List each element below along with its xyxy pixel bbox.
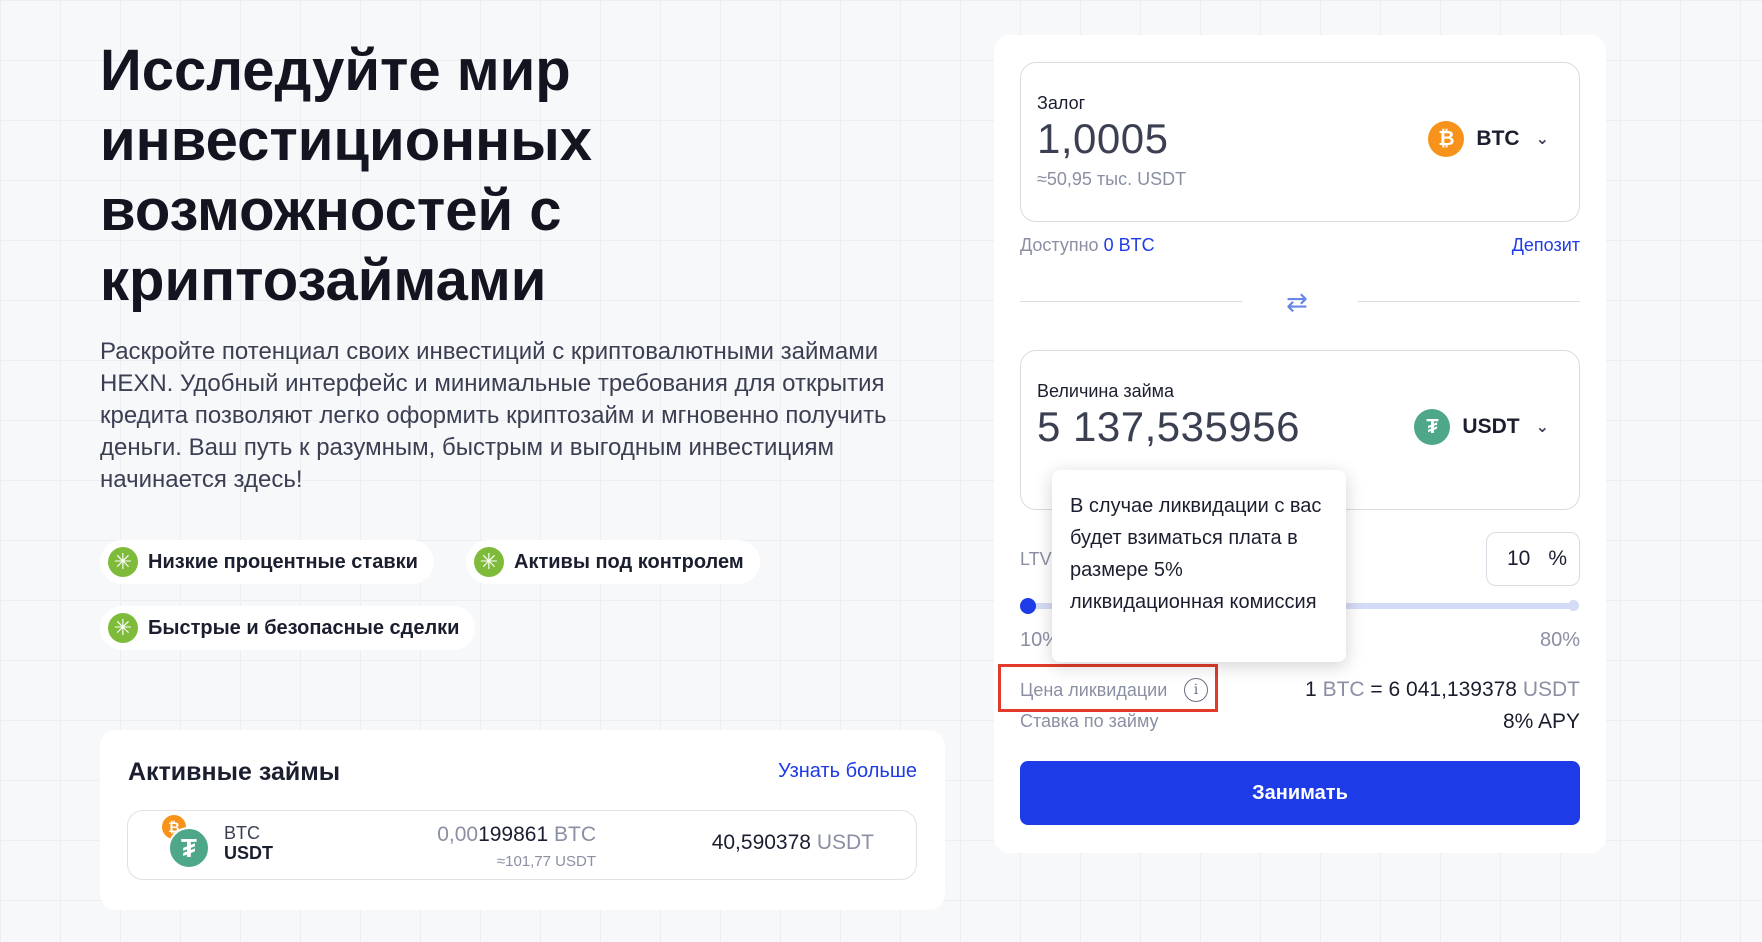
collateral-asset-select[interactable]: ₿ BTC ⌄ [1428,121,1549,157]
active-loans-title: Активные займы [128,758,341,786]
ltv-slider-end [1568,600,1579,611]
liquidation-tooltip: В случае ликвидации с вас будет взиматьс… [1052,470,1346,662]
loan-pair: BTC USDT [224,823,273,863]
feature-chip-assets-control: ✳ Активы под контролем [466,540,760,584]
active-loans-card: Активные займы Узнать больше ₿ ₮ BTC USD… [100,730,945,910]
divider-left [1020,301,1242,302]
pair-quote: USDT [224,843,273,863]
check-icon: ✳ [108,613,138,643]
ltv-slider-handle[interactable] [1020,598,1036,614]
page-title: Исследуйте мир инвестиционных возможност… [100,38,592,313]
chevron-down-icon: ⌄ [1535,131,1549,148]
collateral-asset-label: BTC [1476,127,1520,150]
feature-label: Активы под контролем [514,550,744,573]
pair-base: BTC [224,823,260,843]
ltv-unit: % [1548,547,1567,570]
liquidation-price-label: Цена ликвидации [1020,680,1168,700]
available-balance: Доступно 0 BTC [1020,235,1155,255]
pair-icons: ₿ ₮ [162,815,212,869]
feature-label: Быстрые и безопасные сделки [148,616,460,639]
collateral-amount: 0,00199861 BTC [437,823,596,846]
chevron-down-icon: ⌄ [1535,419,1549,436]
check-icon: ✳ [474,547,504,577]
feature-chip-low-rates: ✳ Низкие процентные ставки [100,540,434,584]
learn-more-link[interactable]: Узнать больше [778,760,917,783]
loan-amount-input[interactable]: 5 137,535956 [1037,403,1300,451]
collateral-usdt: ≈101,77 USDT [496,853,596,870]
divider-right [1358,301,1580,302]
info-icon[interactable]: i [1184,678,1208,702]
tether-icon: ₮ [1414,409,1451,445]
ltv-input[interactable]: 10 % [1486,532,1580,586]
tether-icon: ₮ [168,827,210,869]
swap-icon[interactable]: ⇄ [1286,287,1308,318]
feature-chip-fast-deals: ✳ Быстрые и безопасные сделки [100,606,476,650]
borrow-button[interactable]: Занимать [1020,761,1580,825]
ltv-label: LTV [1020,549,1052,569]
ltv-max-label: 80% [1539,629,1580,651]
loan-asset-select[interactable]: ₮ USDT ⌄ [1414,409,1549,445]
collateral-input[interactable]: 1,0005 [1037,115,1168,163]
check-icon: ✳ [108,547,138,577]
loan-rate-value: 8% APY [1502,710,1580,733]
ltv-value: 10 [1507,547,1531,570]
deposit-link[interactable]: Депозит [1512,235,1580,256]
loan-row[interactable]: ₿ ₮ BTC USDT 0,00199861 BTC ≈101,77 USDT… [127,810,917,880]
collateral-field[interactable]: Залог 1,0005 ≈50,95 тыс. USDT ₿ BTC ⌄ [1020,62,1580,222]
feature-label: Низкие процентные ставки [148,550,418,573]
liquidation-price-value: 1 BTC = 6 041,139378 USDT [1305,678,1580,701]
loan-asset-label: USDT [1462,415,1520,438]
page-description: Раскройте потенциал своих инвестиций с к… [100,338,887,493]
loan-form-panel: Залог 1,0005 ≈50,95 тыс. USDT ₿ BTC ⌄ До… [994,35,1606,853]
loan-amount-label: Величина займа [1037,381,1175,401]
collateral-approx: ≈50,95 тыс. USDT [1037,169,1187,189]
loan-amount: 40,590378 USDT [711,831,874,854]
bitcoin-icon: ₿ [1428,121,1465,157]
loan-rate-label: Ставка по займу [1020,711,1159,731]
collateral-label: Залог [1037,93,1086,113]
